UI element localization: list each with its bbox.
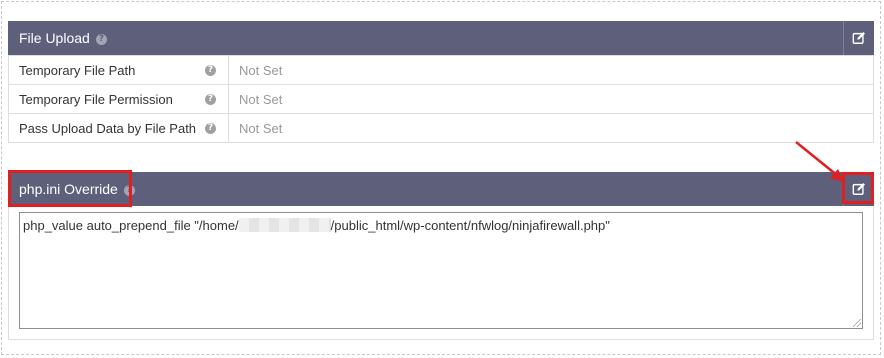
temp-file-path-value: Not Set bbox=[228, 55, 874, 85]
file-upload-title: File Upload? bbox=[19, 30, 107, 46]
help-icon[interactable]: ? bbox=[95, 33, 107, 45]
file-upload-table: Temporary File Path? Not Set Temporary F… bbox=[8, 55, 874, 143]
table-row: Pass Upload Data by File Path? Not Set bbox=[8, 113, 874, 143]
php-ini-textarea[interactable]: php_value auto_prepend_file "/home/ /publ… bbox=[19, 212, 863, 329]
help-icon[interactable]: ? bbox=[205, 123, 216, 134]
table-row: Temporary File Path? Not Set bbox=[8, 55, 874, 85]
help-icon[interactable]: ? bbox=[205, 65, 216, 76]
php-ini-header: php.ini Override? bbox=[8, 172, 874, 206]
file-upload-title-text: File Upload bbox=[19, 30, 90, 46]
textarea-text-end: /public_html/wp-content/nfwlog/ninjafire… bbox=[330, 218, 610, 233]
highlight-box-title bbox=[8, 170, 132, 207]
resize-grip-icon[interactable] bbox=[853, 319, 861, 327]
file-upload-edit-button[interactable] bbox=[843, 21, 874, 55]
pass-upload-data-value: Not Set bbox=[228, 113, 874, 143]
redacted-username bbox=[238, 218, 331, 232]
annotation-arrow-icon bbox=[795, 141, 844, 182]
table-row: Temporary File Permission? Not Set bbox=[8, 84, 874, 114]
pass-upload-data-label: Pass Upload Data by File Path? bbox=[8, 113, 229, 143]
temp-file-permission-value: Not Set bbox=[228, 84, 874, 114]
edit-icon bbox=[852, 32, 865, 44]
help-icon[interactable]: ? bbox=[205, 94, 216, 105]
temp-file-path-label: Temporary File Path? bbox=[8, 55, 229, 85]
file-upload-header: File Upload? bbox=[8, 21, 874, 55]
textarea-text-start: php_value auto_prepend_file "/home/ bbox=[23, 218, 239, 233]
temp-file-permission-label: Temporary File Permission? bbox=[8, 84, 229, 114]
